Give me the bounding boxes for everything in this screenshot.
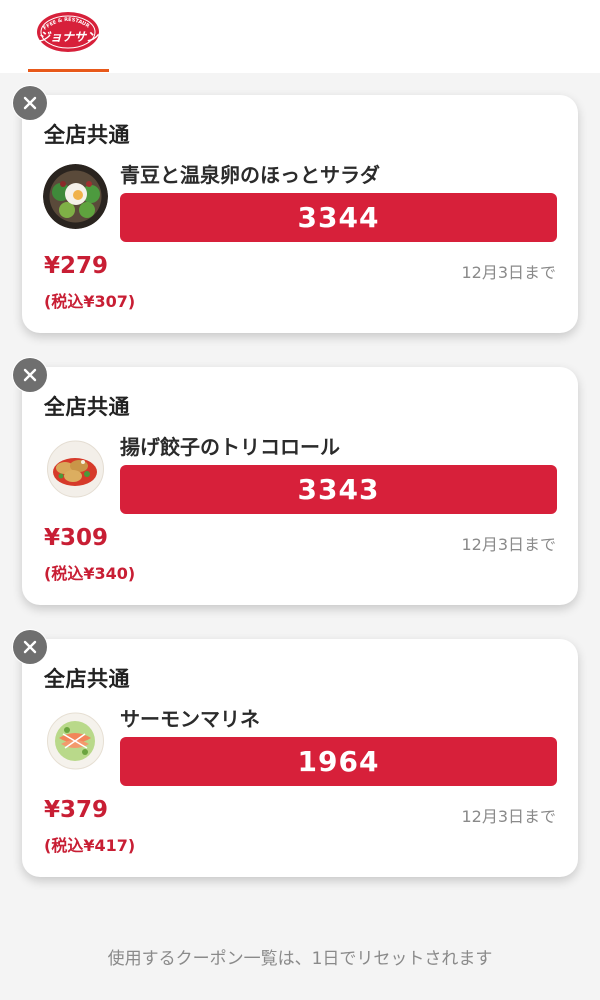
- store-label: 全店共通: [44, 123, 130, 147]
- price: ¥279: [44, 253, 109, 279]
- close-icon[interactable]: [13, 86, 47, 120]
- reset-notice: 使用するクーポン一覧は、1日でリセットされます: [107, 949, 493, 969]
- expiry-date: 12月3日まで: [461, 263, 556, 282]
- price-tax-included: (税込¥307): [44, 292, 136, 311]
- close-icon[interactable]: [13, 358, 47, 392]
- store-label: 全店共通: [44, 395, 130, 419]
- fried-gyoza-food-icon: [43, 436, 108, 501]
- salmon-marinade-food-icon: [43, 708, 108, 773]
- item-name: サーモンマリネ: [120, 707, 260, 731]
- item-name: 揚げ餃子のトリコロール: [120, 435, 340, 459]
- price-tax-included: (税込¥340): [44, 564, 136, 583]
- active-tab-indicator: [28, 69, 109, 72]
- expiry-date: 12月3日まで: [461, 807, 556, 826]
- coupon-code[interactable]: 1964: [120, 737, 557, 786]
- price: ¥379: [44, 797, 109, 823]
- coupon-card: 全店共通 青豆と温泉卵のほっとサラダ 3344 ¥279 (税込¥307) 12…: [13, 86, 578, 333]
- coupon-code[interactable]: 3343: [120, 465, 557, 514]
- coupon-code[interactable]: 3344: [120, 193, 557, 242]
- svg-text:ジョナサン: ジョナサン: [38, 30, 99, 44]
- coupon-card: 全店共通 サーモンマリネ 1964 ¥379 (税込¥417) 12月3日まで: [13, 630, 578, 877]
- close-icon[interactable]: [13, 630, 47, 664]
- item-name: 青豆と温泉卵のほっとサラダ: [120, 163, 380, 187]
- price-tax-included: (税込¥417): [44, 836, 136, 855]
- price: ¥309: [44, 525, 109, 551]
- app-header: COFFEE & RESTAURANT ジョナサン: [0, 0, 600, 73]
- brand-logo[interactable]: COFFEE & RESTAURANT ジョナサン: [34, 7, 100, 53]
- salad-egg-food-icon: [43, 164, 108, 229]
- store-label: 全店共通: [44, 667, 130, 691]
- expiry-date: 12月3日まで: [461, 535, 556, 554]
- coupon-card: 全店共通 揚げ餃子のトリコロール 3343 ¥309 (税込¥340) 12月3…: [13, 358, 578, 605]
